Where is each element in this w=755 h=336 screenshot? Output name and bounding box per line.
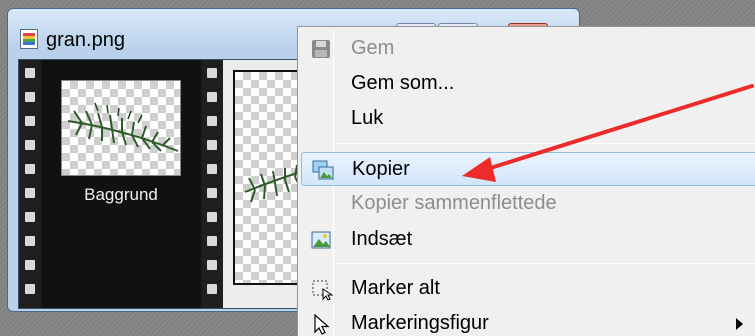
annotation-arrow <box>462 84 754 182</box>
